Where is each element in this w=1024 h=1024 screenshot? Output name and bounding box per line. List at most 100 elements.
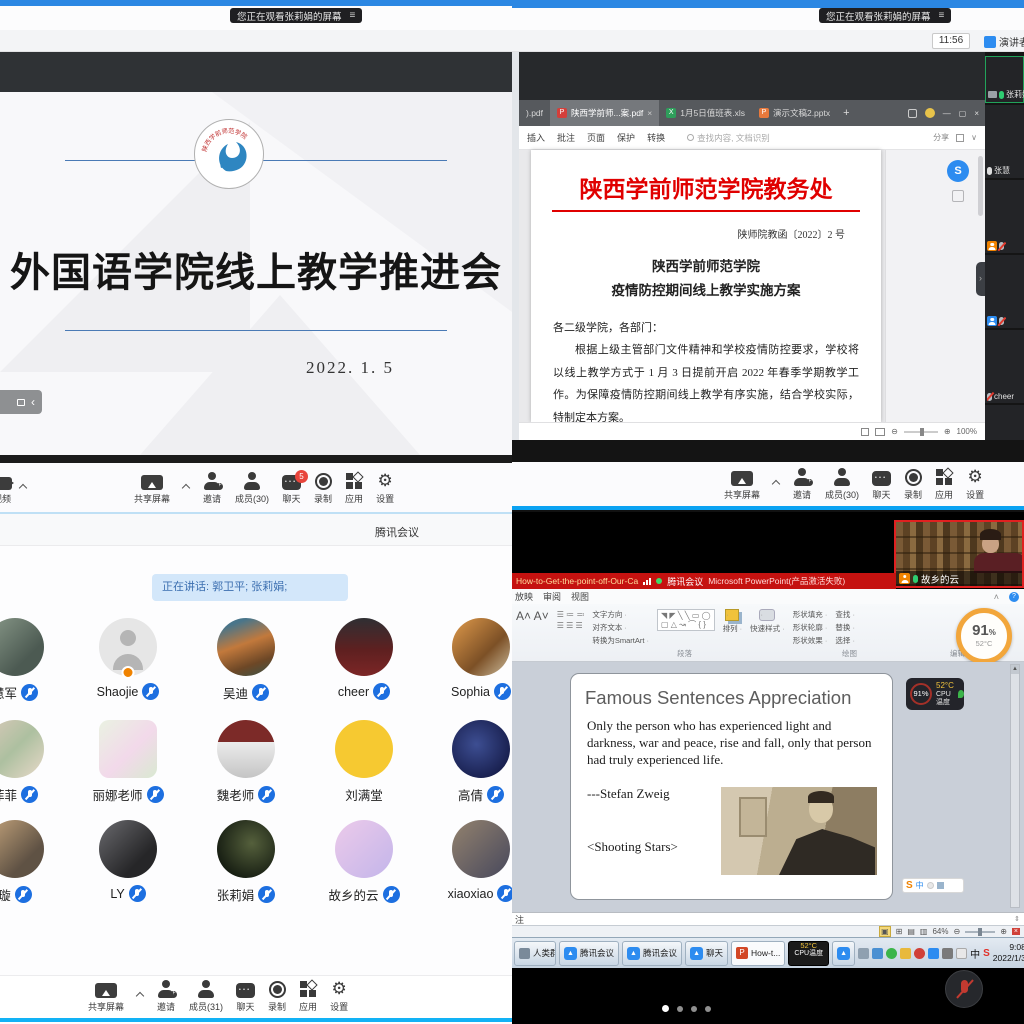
close-icon[interactable]: × — [974, 109, 979, 118]
share-button[interactable]: 分享 — [933, 132, 949, 143]
participant-tile[interactable]: 张莉娟 — [186, 820, 306, 904]
sorter-view-icon[interactable]: ⊞ — [896, 927, 903, 936]
zoom-out-icon[interactable]: ⊖ — [954, 927, 961, 936]
participant-tile[interactable]: 高倩 — [421, 720, 512, 804]
participant-tile[interactable]: 慧军 — [0, 618, 75, 702]
record-button[interactable]: 录制 — [314, 472, 332, 505]
strip-collapse-handle[interactable]: › — [976, 262, 985, 296]
sogou-icon[interactable]: S — [906, 880, 913, 891]
prev-page-icon[interactable]: ‹ — [31, 397, 35, 407]
tray-security-icon[interactable] — [900, 948, 911, 959]
ime-indicator[interactable]: 中 — [970, 946, 980, 961]
scrollbar[interactable] — [978, 156, 983, 216]
video-tile[interactable] — [985, 405, 1024, 440]
scrollbar[interactable]: ▲ — [1010, 664, 1020, 908]
invite-button[interactable]: + 邀请 — [792, 468, 812, 501]
ime-toolbar[interactable]: S 中 — [902, 878, 964, 893]
tray-wechat-icon[interactable] — [886, 948, 897, 959]
settings-button[interactable]: ⚙ 设置 — [330, 980, 348, 1013]
taskbar-app-button[interactable]: ▲聊天 — [685, 941, 728, 966]
ime-emoji-icon[interactable] — [927, 882, 934, 889]
share-options-caret[interactable] — [136, 992, 144, 1000]
tray-network-icon[interactable] — [872, 948, 883, 959]
watching-screen-banner[interactable]: 您正在观看张莉娟的屏幕 ≡ — [230, 8, 362, 23]
close-icon[interactable]: × — [1012, 928, 1020, 935]
speaker-video-tile[interactable]: 故乡的云 — [894, 520, 1024, 588]
menu-comment[interactable]: 批注 — [557, 131, 575, 144]
zoom-out-icon[interactable]: ⊖ — [891, 427, 898, 436]
shape-format-stack[interactable]: 形状填充形状轮廓形状效果 — [793, 609, 828, 646]
apps-button[interactable]: 应用 — [345, 472, 363, 505]
tray-antivirus-icon[interactable] — [914, 948, 925, 959]
video-options-caret[interactable] — [19, 484, 27, 492]
wps-tab-active[interactable]: P 陕西学前师...案.pdf × — [550, 100, 659, 126]
minimize-icon[interactable]: — — [943, 109, 951, 118]
settings-button[interactable]: ⚙ 设置 — [966, 468, 984, 501]
menu-insert[interactable]: 插入 — [527, 131, 545, 144]
workspace-icon[interactable] — [908, 109, 917, 118]
participant-tile[interactable]: 菲菲 — [0, 720, 75, 804]
menu-icon[interactable]: ≡ — [939, 10, 945, 21]
wps-search[interactable]: 查找内容, 文档识别 — [687, 132, 770, 144]
paragraph-buttons[interactable]: ☰ ≔ ≕☰ ☰ ☰ — [557, 609, 585, 631]
video-tile[interactable] — [985, 180, 1024, 253]
view-mode-button[interactable]: 演讲者 — [984, 34, 1024, 49]
wps-account-avatar[interactable]: S — [947, 160, 969, 182]
print-icon[interactable] — [956, 134, 964, 142]
page-nav-overlay[interactable]: ‹ — [0, 390, 42, 414]
menu-view[interactable]: 视图 — [571, 590, 589, 603]
chat-button[interactable]: 5 聊天 — [282, 472, 301, 505]
notes-scroll-buttons[interactable]: ⇕ — [1014, 915, 1020, 923]
menu-convert[interactable]: 转换 — [647, 131, 665, 144]
participant-tile[interactable]: 璇 — [0, 820, 75, 904]
mute-button[interactable] — [945, 970, 983, 1008]
carousel-dot[interactable] — [705, 1006, 711, 1012]
zoom-slider[interactable] — [965, 931, 995, 933]
invite-button[interactable]: + 邀请 — [202, 472, 222, 505]
participant-tile[interactable]: 刘满堂 — [304, 720, 424, 804]
fit-width-icon[interactable] — [875, 428, 885, 436]
apps-button[interactable]: 应用 — [299, 980, 317, 1013]
taskbar-app-button[interactable]: ▲腾讯会议 — [622, 941, 682, 966]
tray-qq-icon[interactable] — [928, 948, 939, 959]
participant-tile[interactable]: 丽娜老师 — [68, 720, 188, 804]
share-screen-button[interactable]: 共享屏幕 — [724, 468, 760, 501]
tray-updates-icon[interactable] — [956, 948, 967, 959]
record-button[interactable]: 录制 — [268, 980, 286, 1013]
tray-display-icon[interactable] — [858, 948, 869, 959]
menu-slideshow[interactable]: 放映 — [515, 590, 533, 603]
taskbar-clock[interactable]: 9:08 2022/1/3 — [993, 942, 1024, 963]
ime-mode-icon[interactable]: 中 — [916, 880, 924, 891]
participant-tile[interactable]: 故乡的云 — [304, 820, 424, 904]
panel-tool-icon[interactable] — [952, 190, 964, 202]
participant-tile[interactable]: Shaojie — [68, 618, 188, 700]
share-screen-button[interactable]: 共享屏幕 — [88, 980, 124, 1013]
collapse-ribbon-icon[interactable]: ∨ — [971, 133, 977, 142]
menu-review[interactable]: 审阅 — [543, 590, 561, 603]
video-button[interactable]: 视频 — [0, 473, 12, 505]
carousel-dots[interactable] — [662, 1005, 711, 1012]
participant-tile[interactable]: 魏老师 — [186, 720, 306, 804]
help-icon[interactable]: ? — [1009, 592, 1019, 602]
taskbar-app-button[interactable]: ▲ — [832, 941, 855, 966]
paragraph-stack[interactable]: 文字方向对齐文本转换为SmartArt — [592, 609, 649, 646]
share-screen-button[interactable]: 共享屏幕 — [134, 472, 170, 505]
zoom-in-icon[interactable]: ⊕ — [1000, 927, 1007, 936]
carousel-dot[interactable] — [677, 1006, 683, 1012]
participant-tile[interactable]: xiaoxiao — [421, 820, 512, 902]
cpu-temp-taskbar-widget[interactable]: 52°C CPU温度 — [788, 941, 829, 966]
video-tile[interactable]: cheer — [985, 330, 1024, 403]
wps-tab[interactable]: ).pdf — [519, 100, 550, 126]
zoom-in-icon[interactable]: ⊕ — [944, 427, 951, 436]
quick-styles-button[interactable]: 快速样式 — [750, 609, 785, 634]
carousel-dot-active[interactable] — [662, 1005, 669, 1012]
participant-tile[interactable]: LY — [68, 820, 188, 902]
record-button[interactable]: 录制 — [904, 468, 922, 501]
maximize-icon[interactable]: ▢ — [959, 109, 967, 118]
share-options-caret[interactable] — [182, 484, 190, 492]
members-button[interactable]: 成员(30) — [825, 468, 859, 501]
wps-tab[interactable]: X 1月5日值班表.xls — [659, 100, 752, 126]
zoom-level[interactable]: 100% — [957, 427, 977, 436]
watching-screen-banner[interactable]: 您正在观看张莉娟的屏幕 ≡ — [819, 8, 951, 23]
video-tile[interactable] — [985, 255, 1024, 328]
